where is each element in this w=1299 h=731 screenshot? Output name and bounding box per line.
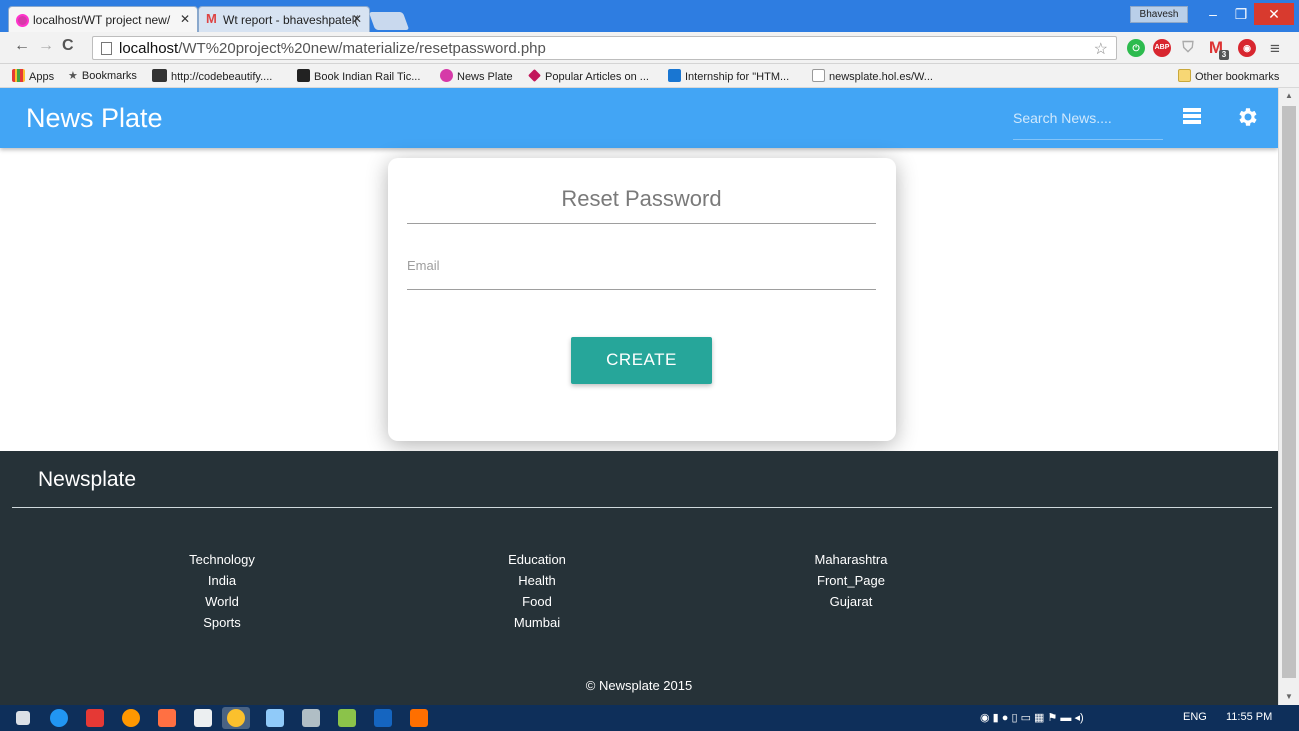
page-viewport: News Plate Search News.... Reset Passwor… xyxy=(0,88,1278,705)
heart-icon xyxy=(528,69,541,82)
email-field[interactable]: Email xyxy=(407,258,876,290)
record-icon[interactable]: ◉ xyxy=(1238,39,1256,57)
firefox-icon[interactable] xyxy=(122,709,140,727)
notepad-icon[interactable] xyxy=(302,709,320,727)
footer-column-2: Education Health Food Mumbai xyxy=(437,549,637,633)
footer-link[interactable]: Maharashtra xyxy=(751,549,951,570)
tab-label: localhost/WT project new/ xyxy=(33,13,171,27)
new-tab-button[interactable] xyxy=(368,12,410,30)
create-button[interactable]: CREATE xyxy=(571,337,712,384)
chrome-menu-icon[interactable]: ≡ xyxy=(1270,39,1280,59)
browser-toolbar: ← → C localhost/WT%20project%20new/mater… xyxy=(0,32,1299,64)
system-tray-icons[interactable]: ◉ ▮ ● ▯ ▭ ▦ ⚑ ▬ ◂) xyxy=(980,711,1084,724)
footer-link[interactable]: Sports xyxy=(122,612,322,633)
browser-tab-strip: localhost/WT project new/ ✕ M Wt report … xyxy=(0,0,1299,32)
bookmark-newsplate-hol[interactable]: newsplate.hol.es/W... xyxy=(812,69,933,83)
footer-title: Newsplate xyxy=(38,468,137,491)
language-indicator[interactable]: ENG xyxy=(1183,711,1207,723)
word-icon[interactable] xyxy=(374,709,392,727)
footer-column-3: Maharashtra Front_Page Gujarat xyxy=(751,549,951,612)
footer-divider xyxy=(12,507,1272,508)
browser-tab-localhost[interactable]: localhost/WT project new/ ✕ xyxy=(8,6,198,32)
url-path: /WT%20project%20new/materialize/resetpas… xyxy=(178,40,546,57)
footer-link[interactable]: Gujarat xyxy=(751,591,951,612)
clock[interactable]: 11:55 PM xyxy=(1226,711,1272,723)
shield-icon[interactable]: ⛉ xyxy=(1179,39,1197,57)
bookmark-popular-articles[interactable]: Popular Articles on ... xyxy=(528,69,649,83)
internshala-icon xyxy=(668,69,681,82)
windows-taskbar: ◉ ▮ ● ▯ ▭ ▦ ⚑ ▬ ◂) ENG 11:55 PM xyxy=(0,705,1299,731)
copyright-text: © Newsplate 2015 xyxy=(585,678,693,693)
other-bookmarks[interactable]: Other bookmarks xyxy=(1178,69,1279,83)
scrollbar-thumb[interactable] xyxy=(1282,106,1296,678)
bookmark-indian-rail[interactable]: Book Indian Rail Tic... xyxy=(297,69,420,83)
acrobat-icon[interactable] xyxy=(86,709,104,727)
media-player-icon[interactable] xyxy=(410,709,428,727)
footer-link[interactable]: World xyxy=(122,591,322,612)
footer-link[interactable]: Technology xyxy=(122,549,322,570)
minimize-button[interactable]: – xyxy=(1200,3,1226,25)
footer-column-1: Technology India World Sports xyxy=(122,549,322,633)
page-icon xyxy=(101,42,112,55)
tab-close-icon[interactable]: ✕ xyxy=(180,12,190,26)
bookmark-apps[interactable]: Apps xyxy=(12,69,54,83)
navbar: News Plate Search News.... xyxy=(0,88,1278,148)
footer-link[interactable]: India xyxy=(122,570,322,591)
footer: Newsplate Technology India World Sports … xyxy=(0,451,1278,705)
chrome-icon xyxy=(227,709,245,727)
newsplate-icon xyxy=(440,69,453,82)
footer-link[interactable]: Education xyxy=(437,549,637,570)
footer-link[interactable]: Front_Page xyxy=(751,570,951,591)
url-host: localhost xyxy=(119,40,179,57)
folder-icon xyxy=(1178,69,1191,82)
app-icon[interactable] xyxy=(194,709,212,727)
windows-start-icon[interactable] xyxy=(16,711,30,725)
tab-label: Wt report - bhaveshpatel( xyxy=(223,13,359,27)
bookmark-bookmarks[interactable]: ★ Bookmarks xyxy=(68,69,137,82)
footer-link[interactable]: Health xyxy=(437,570,637,591)
scroll-up-icon[interactable]: ▲ xyxy=(1285,91,1293,100)
file-explorer-icon[interactable] xyxy=(266,709,284,727)
browser-tab-gmail[interactable]: M Wt report - bhaveshpatel( ✕ xyxy=(198,6,370,32)
card-title: Reset Password xyxy=(407,186,876,224)
reset-password-card: Reset Password Email CREATE xyxy=(388,158,896,441)
brand-logo[interactable]: News Plate xyxy=(26,103,163,134)
newsplate-favicon-icon xyxy=(16,14,29,27)
adblock-icon[interactable]: ABP xyxy=(1153,39,1171,57)
gear-icon[interactable] xyxy=(1235,105,1259,129)
wifi-app-icon[interactable] xyxy=(50,709,68,727)
search-input[interactable]: Search News.... xyxy=(1013,106,1163,140)
scroll-down-icon[interactable]: ▼ xyxy=(1285,692,1293,701)
bookmarks-bar: Apps ★ Bookmarks http://codebeautify.... … xyxy=(0,64,1299,88)
address-bar[interactable]: localhost/WT%20project%20new/materialize… xyxy=(92,36,1117,60)
gmail-icon: M xyxy=(206,11,217,26)
profile-button[interactable]: Bhavesh xyxy=(1130,6,1188,23)
page-icon xyxy=(812,69,825,82)
page-scrollbar[interactable]: ▲ ▼ xyxy=(1278,88,1299,705)
forward-arrow-icon[interactable]: → xyxy=(38,37,54,55)
bookmark-internship[interactable]: Internship for "HTM... xyxy=(668,69,789,83)
vlc-icon[interactable] xyxy=(158,709,176,727)
bookmark-codebeautify[interactable]: http://codebeautify.... xyxy=(152,69,272,83)
extension-green-icon[interactable]: ⏻ xyxy=(1127,39,1145,57)
apps-grid-icon xyxy=(12,69,25,82)
android-icon[interactable] xyxy=(338,709,356,727)
back-arrow-icon[interactable]: ← xyxy=(14,37,30,55)
bookmark-star-icon[interactable]: ☆ xyxy=(1094,39,1108,59)
codebeautify-icon xyxy=(152,69,167,82)
footer-link[interactable]: Mumbai xyxy=(437,612,637,633)
list-icon[interactable] xyxy=(1183,108,1201,126)
gmail-badge: 3 xyxy=(1219,50,1229,60)
maximize-button[interactable]: ❐ xyxy=(1228,3,1254,25)
window-close-button[interactable]: ✕ xyxy=(1254,3,1294,25)
tab-close-icon[interactable]: ✕ xyxy=(352,12,362,26)
star-icon: ★ xyxy=(68,70,78,82)
footer-link[interactable]: Food xyxy=(437,591,637,612)
reload-icon[interactable]: C xyxy=(62,37,74,55)
rail-icon xyxy=(297,69,310,82)
bookmark-news-plate[interactable]: News Plate xyxy=(440,69,513,83)
